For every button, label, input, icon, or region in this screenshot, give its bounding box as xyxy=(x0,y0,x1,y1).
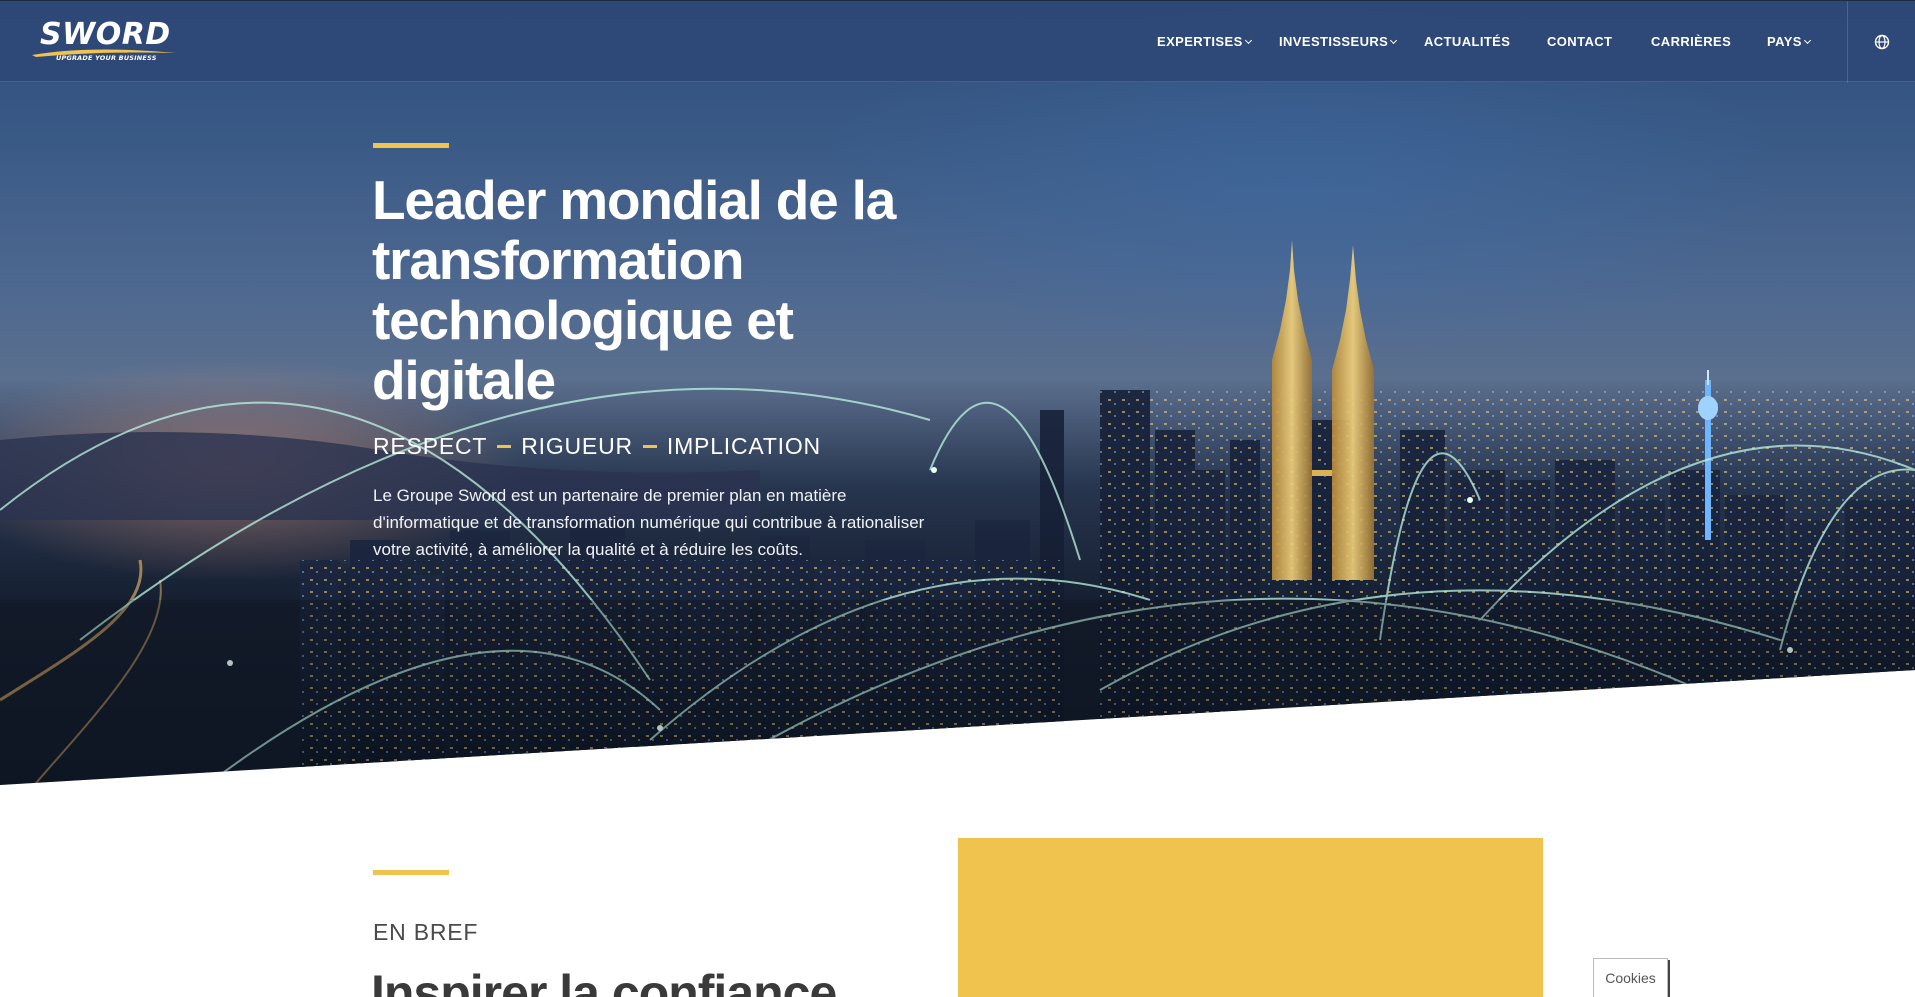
globe-icon xyxy=(1874,34,1889,50)
value-implication: IMPLICATION xyxy=(666,433,821,459)
nav-investisseurs-label: INVESTISSEURS xyxy=(1279,34,1389,49)
hero-values: RESPECT RIGUEUR IMPLICATION xyxy=(373,433,821,460)
nav-pays[interactable]: PAYS xyxy=(1767,34,1811,49)
logo-tagline: UPGRADE YOUR BUSINESS xyxy=(56,54,157,62)
hero-accent-bar xyxy=(373,143,449,148)
yellow-media-panel xyxy=(958,838,1543,997)
hero-title: Leader mondial de la transformation tech… xyxy=(372,169,896,411)
language-selector[interactable] xyxy=(1847,1,1915,83)
site-header: SWORD UPGRADE YOUR BUSINESS EXPERTISES I… xyxy=(0,0,1915,83)
nav-carrieres-label: CARRIÈRES xyxy=(1651,34,1732,49)
nav-actualites[interactable]: ACTUALITÉS xyxy=(1424,34,1510,49)
nav-investisseurs[interactable]: INVESTISSEURS xyxy=(1279,34,1398,49)
chevron-down-icon xyxy=(1244,36,1252,45)
section-label: EN BREF xyxy=(373,919,479,945)
value-separator xyxy=(497,445,512,448)
section-accent-bar xyxy=(373,870,449,875)
value-rigueur: RIGUEUR xyxy=(521,433,633,459)
chevron-down-icon xyxy=(1390,36,1398,45)
nav-expertises[interactable]: EXPERTISES xyxy=(1157,34,1252,49)
chevron-down-icon xyxy=(1803,36,1811,45)
nav-contact-label: CONTACT xyxy=(1547,34,1613,49)
nav-contact[interactable]: CONTACT xyxy=(1547,34,1612,49)
hero-description: Le Groupe Sword est un partenaire de pre… xyxy=(373,486,925,559)
nav-pays-label: PAYS xyxy=(1767,34,1802,49)
cookies-button[interactable]: Cookies xyxy=(1593,958,1668,997)
nav-expertises-label: EXPERTISES xyxy=(1157,34,1243,49)
section-heading: Inspirer la confiance xyxy=(371,965,837,997)
nav-carrieres[interactable]: CARRIÈRES xyxy=(1651,34,1731,49)
nav-actualites-label: ACTUALITÉS xyxy=(1424,34,1511,49)
sword-logo[interactable]: SWORD UPGRADE YOUR BUSINESS xyxy=(30,17,176,65)
value-separator xyxy=(642,445,657,448)
value-respect: RESPECT xyxy=(373,433,488,459)
